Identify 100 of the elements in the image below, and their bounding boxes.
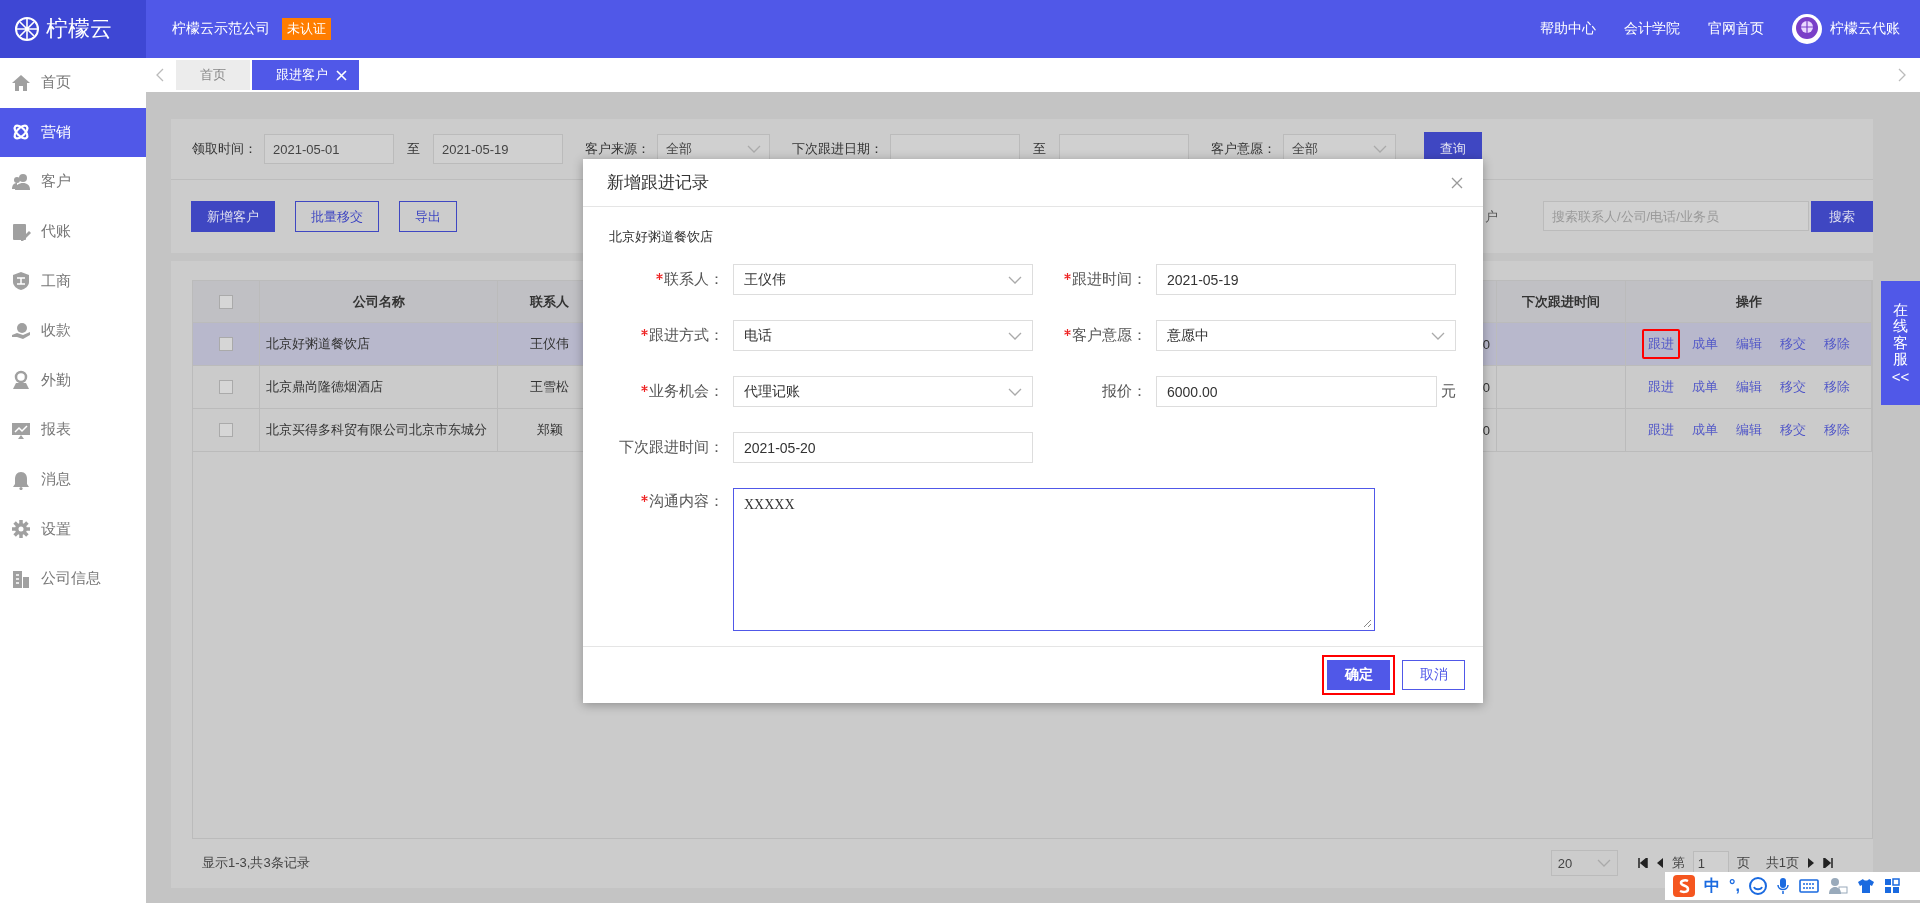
checkbox[interactable] <box>219 294 233 309</box>
header-link[interactable]: 官网首页 <box>1708 20 1764 38</box>
action-link[interactable]: 跟进 <box>1641 372 1680 402</box>
checkbox[interactable] <box>219 380 233 394</box>
toolbar-button[interactable]: 导出 <box>399 201 457 232</box>
sidebar-item[interactable]: 设置 <box>0 504 146 554</box>
action-link[interactable]: 移交 <box>1773 415 1812 445</box>
sidebar-item[interactable]: 客户 <box>0 157 146 207</box>
input-field[interactable]: 2021-05-19 <box>1156 264 1456 295</box>
toolbar-button[interactable]: 新增客户 <box>191 201 275 232</box>
last-page-icon[interactable] <box>1823 858 1833 868</box>
select-field[interactable]: 电话 <box>733 320 1033 351</box>
grid-icon[interactable] <box>1883 878 1900 894</box>
date-field[interactable]: 2021-05-19 <box>433 134 563 164</box>
date-field[interactable]: 2021-05-01 <box>264 134 394 164</box>
keyboard-icon[interactable] <box>1798 879 1819 893</box>
sidebar-item[interactable]: 营销 <box>0 107 146 158</box>
toolbar-button[interactable]: 批量移交 <box>295 201 379 232</box>
sidebar-item[interactable]: 工商 <box>0 256 146 306</box>
chevron-left-icon[interactable] <box>156 68 164 82</box>
action-link[interactable]: 编辑 <box>1729 415 1768 445</box>
online-service-tab[interactable]: 在线客服 << <box>1881 281 1920 405</box>
sidebar-item[interactable]: 外勤 <box>0 355 146 406</box>
field-label: 沟通内容： <box>649 492 724 511</box>
page-size-select[interactable]: 20 <box>1550 850 1618 876</box>
sidebar-item[interactable]: 收款 <box>0 305 146 356</box>
account-name[interactable]: 柠檬云代账 <box>1830 20 1900 38</box>
first-page-icon[interactable] <box>1637 858 1648 868</box>
record-summary: 显示1-3,共3条记录 <box>202 854 310 872</box>
payment-icon <box>11 320 31 341</box>
table-cell: 郑颖 <box>536 421 563 439</box>
sidebar-item[interactable]: 代账 <box>0 206 146 257</box>
action-link[interactable]: 成单 <box>1685 372 1724 402</box>
field-label: 报价： <box>1102 382 1147 401</box>
page-tab[interactable]: 跟进客户 <box>252 60 359 90</box>
header-link[interactable]: 会计学院 <box>1624 20 1680 38</box>
action-link[interactable]: 跟进 <box>1641 415 1680 445</box>
input-method-logo-icon[interactable] <box>1673 875 1695 897</box>
confirm-button[interactable]: 确定 <box>1327 660 1390 690</box>
page-tab[interactable]: 首页 <box>176 60 250 90</box>
action-link[interactable]: 成单 <box>1685 415 1724 445</box>
select-field[interactable]: 意愿中 <box>1156 320 1456 351</box>
microphone-icon[interactable] <box>1775 877 1790 895</box>
input-field[interactable]: 2021-05-20 <box>733 432 1033 463</box>
chevron-right-icon[interactable] <box>1898 68 1906 82</box>
person-card-icon[interactable] <box>1827 877 1848 895</box>
action-link[interactable]: 跟进 <box>1641 329 1680 359</box>
select-field[interactable]: 王仪伟 <box>733 264 1033 295</box>
filter-label: 客户来源： <box>585 140 650 158</box>
header-link[interactable]: 帮助中心 <box>1540 20 1596 38</box>
table-cell: 王仪伟 <box>530 335 569 353</box>
verification-badge: 未认证 <box>282 18 331 40</box>
sidebar-item[interactable]: 报表 <box>0 405 146 455</box>
input-field[interactable]: 6000.00 <box>1156 376 1437 407</box>
resize-grip-icon[interactable] <box>1362 618 1372 628</box>
action-link[interactable]: 移交 <box>1773 372 1812 402</box>
action-link[interactable]: 编辑 <box>1729 329 1768 359</box>
home-icon <box>11 72 31 93</box>
shirt-icon[interactable] <box>1856 878 1875 894</box>
gear-icon <box>11 519 31 540</box>
action-link[interactable]: 成单 <box>1685 329 1724 359</box>
action-link[interactable]: 移除 <box>1817 329 1856 359</box>
sidebar-item[interactable]: 公司信息 <box>0 553 146 604</box>
column-header: 操作 <box>1626 281 1872 322</box>
action-link[interactable]: 移除 <box>1817 415 1856 445</box>
search-button[interactable]: 搜索 <box>1811 201 1873 232</box>
punctuation-mode[interactable]: °, <box>1729 877 1740 895</box>
avatar-icon[interactable] <box>1792 14 1822 44</box>
text-area[interactable]: XXXXX <box>733 488 1375 631</box>
page-input[interactable]: 1 <box>1692 851 1729 875</box>
field-label: 业务机会： <box>649 382 724 401</box>
sidebar-item[interactable]: 消息 <box>0 454 146 505</box>
table-cell: 北京买得多科贸有限公司北京市东城分 <box>266 421 487 439</box>
checkbox[interactable] <box>219 337 233 351</box>
smiley-icon[interactable] <box>1748 877 1767 895</box>
sidebar-item[interactable]: 首页 <box>0 58 146 108</box>
field-label: 跟进时间： <box>1072 270 1147 289</box>
building-icon <box>11 568 31 589</box>
lemon-logo-icon <box>14 16 40 42</box>
cancel-button[interactable]: 取消 <box>1402 660 1465 690</box>
table-cell: 0 <box>1482 422 1490 438</box>
checkbox[interactable] <box>219 423 233 437</box>
filter-label: 下次跟进日期： <box>792 140 883 158</box>
range-separator: 至 <box>1033 140 1046 158</box>
select-field[interactable]: 代理记账 <box>733 376 1033 407</box>
close-icon[interactable] <box>1451 176 1463 189</box>
action-link[interactable]: 移除 <box>1817 372 1856 402</box>
table-cell: 0 <box>1482 379 1490 395</box>
chevron-down-icon <box>1431 331 1445 340</box>
pin-icon <box>11 370 31 391</box>
field-label: 下次跟进时间： <box>619 438 724 457</box>
chevron-down-icon <box>1596 859 1611 867</box>
action-link[interactable]: 编辑 <box>1729 372 1768 402</box>
table-cell: 0 <box>1482 336 1490 352</box>
input-mode[interactable]: 中 <box>1704 875 1720 897</box>
page-label: 页 <box>1736 854 1750 872</box>
next-page-icon[interactable] <box>1807 858 1815 868</box>
table-cell: 北京鼎尚隆德烟酒店 <box>266 378 383 396</box>
previous-page-icon[interactable] <box>1655 858 1664 868</box>
action-link[interactable]: 移交 <box>1773 329 1812 359</box>
